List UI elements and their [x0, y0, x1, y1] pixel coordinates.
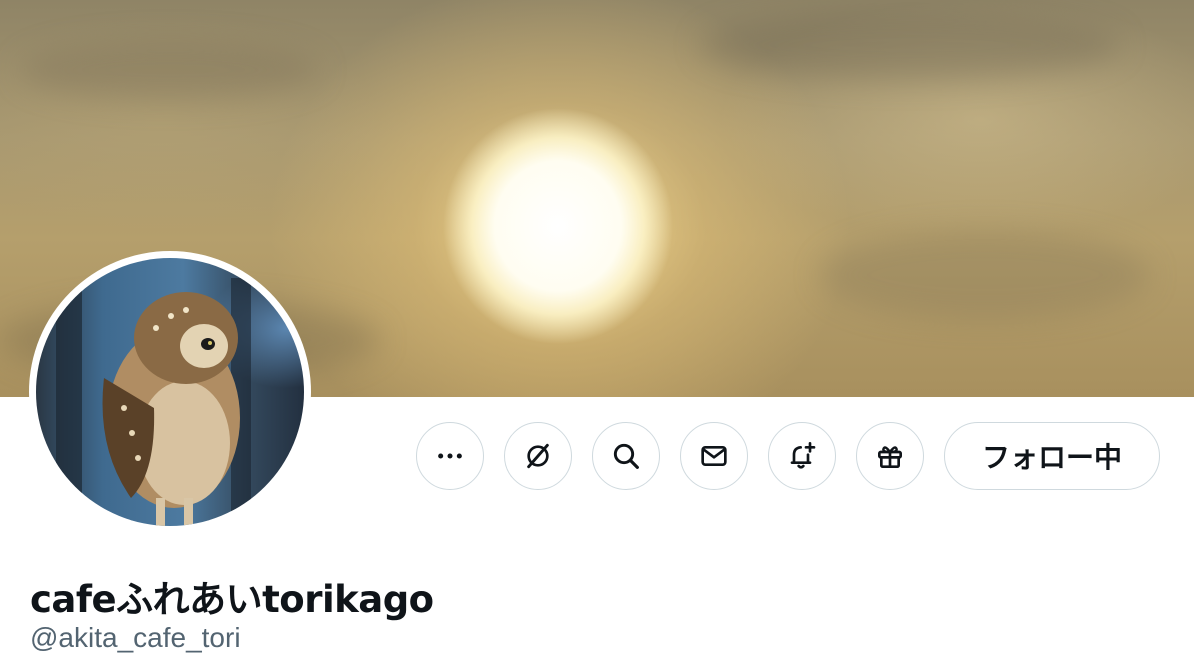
gift-button[interactable]: [856, 422, 924, 490]
grok-icon: [527, 443, 549, 469]
more-icon: [438, 453, 462, 459]
banner-cloud: [700, 10, 1120, 80]
gift-icon: [878, 446, 902, 468]
mail-icon: [701, 446, 727, 466]
avatar[interactable]: [36, 258, 304, 526]
notify-button[interactable]: [768, 422, 836, 490]
profile-display-name: cafeふれあいtorikago: [30, 578, 434, 621]
avatar-frame: [29, 251, 311, 533]
following-button[interactable]: フォロー中: [944, 422, 1160, 490]
profile-handle: @akita_cafe_tori: [30, 622, 241, 653]
owl-avatar-image: [56, 258, 251, 526]
banner-cloud: [20, 40, 320, 100]
message-button[interactable]: [680, 422, 748, 490]
banner-cloud: [820, 230, 1150, 320]
bell-plus-icon: [790, 442, 816, 469]
grok-button[interactable]: [504, 422, 572, 490]
search-button[interactable]: [592, 422, 660, 490]
search-icon: [613, 443, 639, 469]
more-button[interactable]: [416, 422, 484, 490]
